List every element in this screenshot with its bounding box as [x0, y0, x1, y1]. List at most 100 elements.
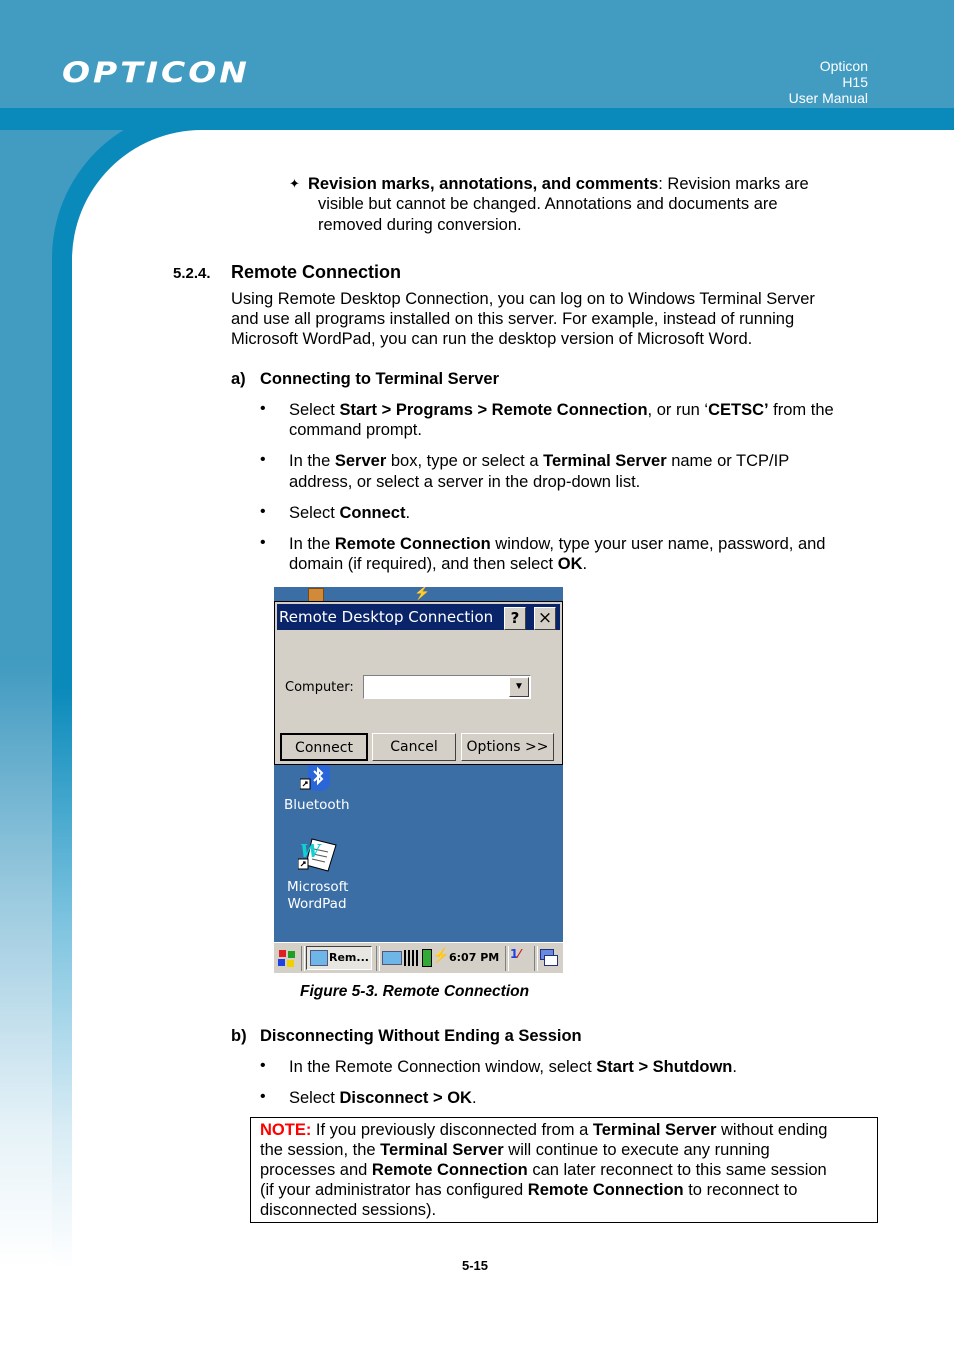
battery-icon[interactable]	[422, 949, 432, 967]
bold-text: Terminal Server	[380, 1141, 504, 1159]
section-para-line-3: Microsoft WordPad, you can run the deskt…	[231, 330, 753, 348]
bold-text: Disconnect > OK	[339, 1089, 472, 1107]
note-box: NOTE: If you previously disconnected fro…	[250, 1117, 878, 1223]
text-run: In the	[289, 452, 335, 470]
text-run: If you previously disconnected from a	[311, 1121, 593, 1139]
star-bullet-icon: ✦	[289, 176, 300, 191]
subsection-a-label: a)	[231, 370, 246, 388]
remote-desktop-dialog: Remote Desktop Connection ? × Computer: …	[274, 601, 563, 765]
note-line-3: processes and Remote Connection can late…	[260, 1160, 868, 1180]
note-line-1: NOTE: If you previously disconnected fro…	[260, 1120, 868, 1140]
bold-text: Terminal Server	[592, 1121, 717, 1139]
wordpad-icon-label[interactable]: Microsoft WordPad	[287, 879, 348, 913]
text-run: .	[582, 555, 588, 573]
bullet-a4-line-2: domain (if required), and then select OK…	[289, 554, 587, 574]
taskbar-task-remote[interactable]: Rem...	[306, 946, 372, 970]
bullet-dot: •	[260, 400, 266, 417]
options-button[interactable]: Options >>	[461, 733, 554, 761]
taskbar-separator	[301, 946, 305, 971]
bullet-dot: •	[260, 503, 266, 520]
app-icon	[308, 588, 324, 602]
remote-app-icon	[310, 950, 328, 966]
figure-remote-connection-screenshot: ⚡ Remote Desktop Connection ? × Computer…	[274, 587, 563, 973]
text-run: name or TCP/IP	[666, 452, 790, 470]
help-button[interactable]: ?	[504, 607, 526, 630]
dialog-title: Remote Desktop Connection	[279, 608, 494, 626]
text-run: from the	[768, 401, 834, 419]
bold-text: Remote Connection	[334, 535, 491, 553]
section-para-line-1: Using Remote Desktop Connection, you can…	[231, 290, 815, 308]
taskbar-separator	[376, 946, 380, 971]
bullet-a4-line-1: In the Remote Connection window, type yo…	[289, 534, 825, 554]
text-run: box, type or select a	[386, 452, 544, 470]
bold-text: Start > Shutdown	[596, 1058, 733, 1076]
bluetooth-icon[interactable]	[299, 765, 330, 791]
page-number: 5-15	[462, 1258, 489, 1273]
charging-icon: ⚡	[432, 947, 450, 963]
text-run: (if your administrator has configured	[260, 1181, 528, 1199]
text-run: disconnected sessions).	[260, 1201, 437, 1219]
computer-combobox[interactable]: ▼	[363, 675, 531, 699]
intro-line-1: Revision marks, annotations, and comment…	[308, 174, 809, 194]
dropdown-arrow-icon[interactable]: ▼	[509, 677, 529, 697]
bold-text: CETSC’	[708, 401, 769, 419]
text-run: will continue to execute any running	[503, 1141, 770, 1159]
intro-line-2: visible but cannot be changed. Annotatio…	[318, 195, 778, 213]
wordpad-icon[interactable]: W	[297, 837, 338, 873]
intro-line-3: removed during conversion.	[318, 216, 522, 234]
note-label: NOTE:	[260, 1121, 312, 1139]
taskbar-separator	[505, 946, 509, 971]
section-para-line-2: and use all programs installed on this s…	[231, 310, 795, 328]
bullet-dot: •	[260, 451, 266, 468]
bullet-a1-line-1: Select Start > Programs > Remote Connect…	[289, 400, 834, 420]
header-model: H15	[842, 74, 868, 90]
computer-label: Computer:	[285, 680, 354, 695]
taskbar-task-label[interactable]: Rem...	[329, 951, 369, 964]
connect-button[interactable]: Connect	[280, 733, 368, 761]
header-company: Opticon	[819, 58, 868, 74]
text-run: domain (if required), and then select	[289, 555, 558, 573]
header-doc-info: Opticon H15 User Manual	[789, 58, 868, 106]
bold-text: OK	[557, 555, 583, 573]
bold-text: Server	[334, 452, 387, 470]
figure-caption: Figure 5-3. Remote Connection	[300, 983, 530, 1000]
taskbar-clock[interactable]: 6:07 PM	[449, 951, 499, 964]
text-run: to reconnect to	[683, 1181, 798, 1199]
close-button[interactable]: ×	[534, 607, 556, 630]
text-run: can later reconnect to this same session	[527, 1161, 827, 1179]
bullet-b1: In the Remote Connection window, select …	[289, 1057, 737, 1077]
bullet-dot: •	[260, 1057, 266, 1074]
bullet-a2-line-2: address, or select a server in the drop-…	[289, 473, 641, 491]
header-doc-type: User Manual	[788, 90, 868, 106]
text-run: In the	[289, 535, 335, 553]
text-run: without ending	[716, 1121, 828, 1139]
barcode-scanner-icon[interactable]	[404, 950, 419, 966]
network-icon[interactable]	[382, 951, 402, 965]
start-button-icon[interactable]	[278, 949, 296, 967]
text-run: , or run ‘	[647, 401, 709, 419]
text-run: .	[471, 1089, 477, 1107]
cancel-button[interactable]: Cancel	[372, 733, 456, 761]
section-title: Remote Connection	[231, 262, 402, 282]
bullet-dot: •	[260, 534, 266, 551]
input-panel-icon[interactable]: 1⁄	[510, 947, 520, 961]
power-icon: ⚡	[414, 587, 431, 600]
bluetooth-icon-label[interactable]: Bluetooth	[284, 797, 350, 814]
section-number: 5.2.4.	[173, 265, 211, 282]
bold-text: Connect	[339, 504, 406, 522]
text-run: .	[405, 504, 411, 522]
subsection-a-title: Connecting to Terminal Server	[260, 370, 499, 388]
bullet-a2-line-1: In the Server box, type or select a Term…	[289, 451, 789, 471]
taskbar-separator	[534, 946, 538, 971]
bold-text: Start > Programs > Remote Connection	[339, 401, 648, 419]
switch-windows-icon-back	[544, 955, 558, 966]
bullet-a1-line-2: command prompt.	[289, 421, 422, 439]
note-line-1-text: If you previously disconnected from a Te…	[311, 1121, 828, 1139]
text-run: Select	[289, 401, 340, 419]
text-run: In the Remote Connection window, select	[289, 1058, 597, 1076]
text-run: Select	[289, 504, 340, 522]
intro-bold: Revision marks, annotations, and comment…	[308, 175, 659, 193]
text-run: Select	[289, 1089, 340, 1107]
bullet-dot: •	[260, 1088, 266, 1105]
text-run: processes and	[260, 1161, 372, 1179]
